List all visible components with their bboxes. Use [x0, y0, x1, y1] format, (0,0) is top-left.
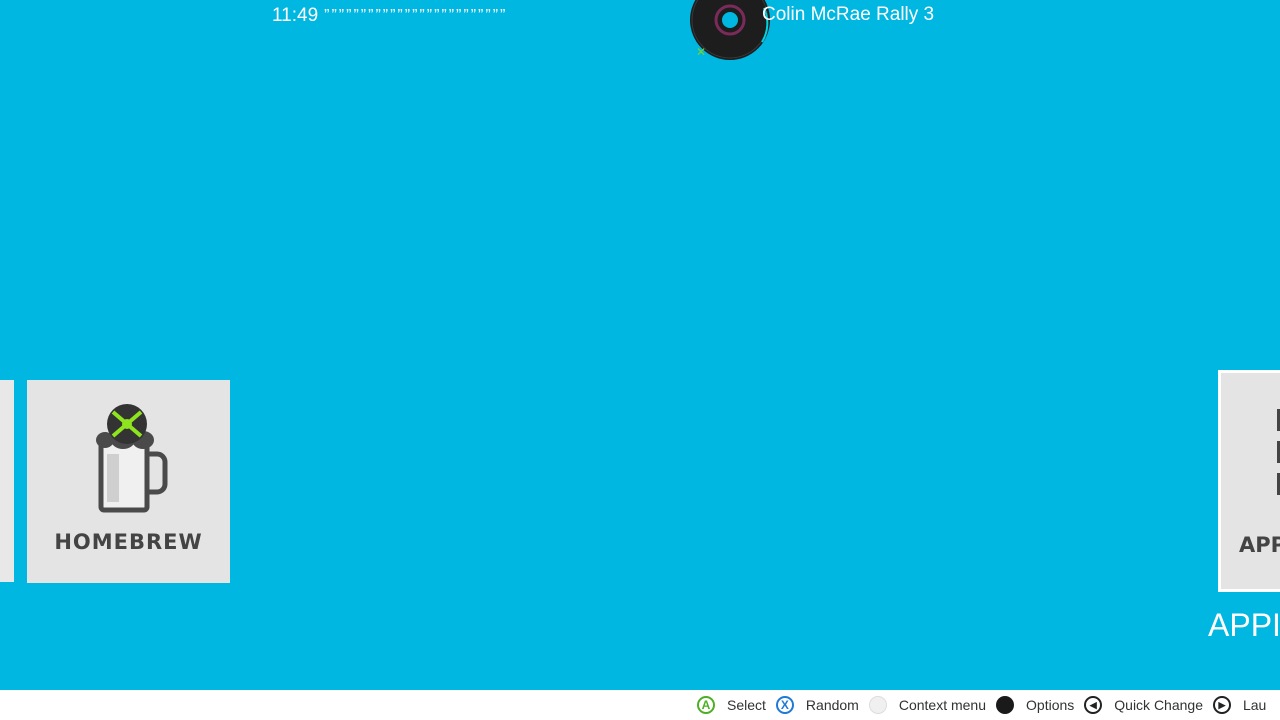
hint-random[interactable]: X Random — [775, 696, 859, 714]
x-button-icon: X — [775, 696, 794, 714]
hint-context-menu[interactable]: Context menu — [868, 696, 987, 714]
hint-label: Quick Change — [1114, 697, 1203, 713]
black-button-icon — [996, 696, 1015, 714]
game-disc-icon: ✕ — [688, 0, 772, 62]
homebrew-tile[interactable]: HOMEBREW — [27, 380, 230, 583]
section-label: APPI — [1208, 607, 1280, 643]
hint-label: Select — [727, 697, 766, 713]
hint-label: Random — [805, 697, 859, 713]
apps-tile-label: APP — [1239, 533, 1280, 557]
beer-mug-xbox-icon — [95, 402, 171, 519]
a-button-icon: A — [697, 696, 715, 714]
homebrew-label: HOMEBREW — [54, 530, 203, 554]
dpad-right-icon: ▶ — [1212, 696, 1231, 714]
hint-label: Context menu — [898, 697, 987, 713]
game-title: Colin McRae Rally 3 — [762, 4, 935, 25]
hint-options[interactable]: Options — [996, 696, 1074, 714]
hint-label: Lau — [1242, 697, 1267, 713]
hint-launch[interactable]: ▶ Lau — [1212, 696, 1267, 714]
apps-tile[interactable]: APP — [1218, 370, 1280, 592]
clock-time: 11:49 — [272, 5, 319, 26]
svg-text:✕: ✕ — [696, 45, 706, 59]
hint-quick-change[interactable]: ◀ Quick Change — [1084, 696, 1203, 714]
partial-tile-left[interactable] — [0, 380, 14, 582]
dpad-left-icon: ◀ — [1084, 696, 1103, 714]
scroll-indicator: ””””””””””””””””””””””””” — [324, 7, 508, 24]
hint-label: Options — [1026, 697, 1075, 713]
hint-select[interactable]: A Select — [697, 696, 766, 714]
clock-bar: 11:49 ””””””””””””””””””””””””” — [272, 4, 692, 28]
white-button-icon — [868, 696, 887, 714]
button-hint-bar: A Select X Random Context menu Options ◀… — [688, 690, 1280, 720]
